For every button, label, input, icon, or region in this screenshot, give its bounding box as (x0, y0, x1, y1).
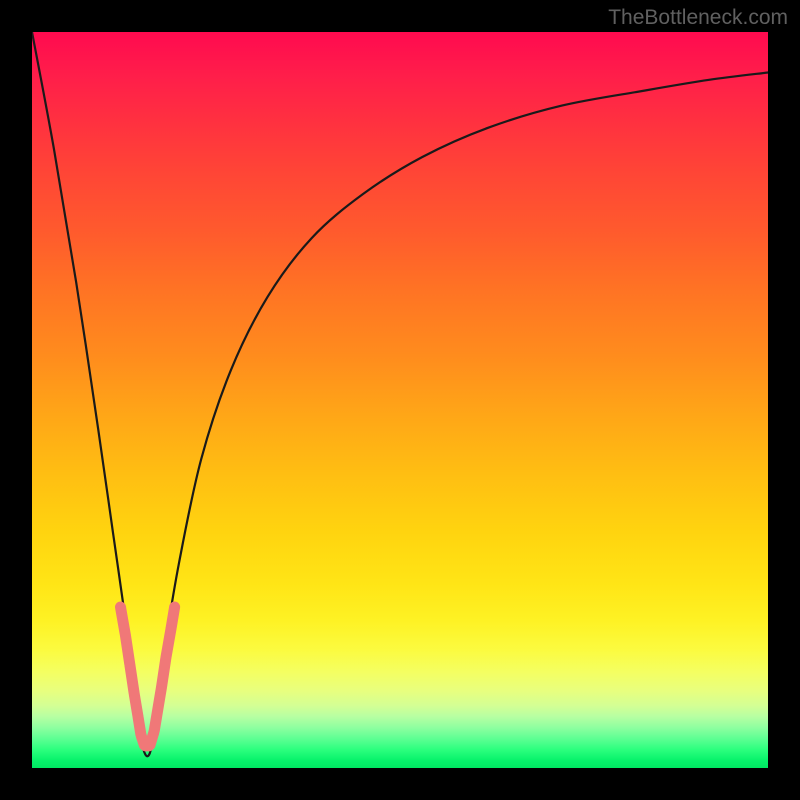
highlight-marker-segment (162, 659, 166, 686)
highlight-markers-group (120, 607, 174, 746)
bottleneck-curve-line (32, 32, 768, 756)
chart-frame: TheBottleneck.com (0, 0, 800, 800)
highlight-marker-segment (166, 629, 171, 656)
highlight-marker-segment (126, 637, 130, 664)
chart-svg (32, 32, 768, 768)
highlight-marker-segment (154, 688, 161, 730)
plot-area (32, 32, 768, 768)
highlight-marker-segment (171, 607, 174, 627)
watermark-text: TheBottleneck.com (608, 6, 788, 30)
highlight-marker-segment (130, 666, 134, 693)
highlight-marker-segment (120, 607, 125, 634)
